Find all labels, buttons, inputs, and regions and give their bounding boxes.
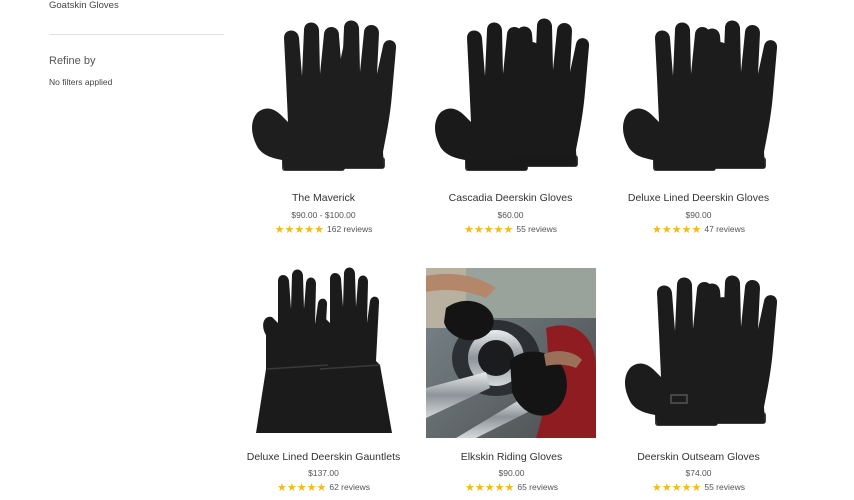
category-link-goatskin-gloves[interactable]: Goatskin Gloves xyxy=(49,0,119,11)
rating-row[interactable]: ★ ★ ★ ★ ★ 47 reviews xyxy=(611,223,786,235)
product-price: $90.00 xyxy=(498,468,525,478)
product-price: $90.00 xyxy=(685,210,712,220)
star-icon: ★ xyxy=(671,480,682,494)
star-icon: ★ xyxy=(671,222,682,236)
star-rating: ★ ★ ★ ★ ★ xyxy=(277,482,326,493)
rating-row[interactable]: ★ ★ ★ ★ ★ 62 reviews xyxy=(236,481,411,493)
star-icon: ★ xyxy=(464,480,475,494)
review-count[interactable]: 162 reviews xyxy=(327,224,372,234)
sidebar-divider xyxy=(49,34,224,35)
star-rating: ★ ★ ★ ★ ★ xyxy=(275,224,324,235)
star-icon: ★ xyxy=(504,480,515,494)
product-name[interactable]: Deluxe Lined Deerskin Gloves xyxy=(601,192,796,204)
star-icon: ★ xyxy=(473,222,484,236)
glove-pair-graphic xyxy=(435,18,590,171)
star-icon: ★ xyxy=(474,480,485,494)
star-icon: ★ xyxy=(483,222,494,236)
black-deerskin-gloves-image[interactable] xyxy=(423,12,598,186)
star-icon: ★ xyxy=(314,222,324,236)
product-name[interactable]: Elkskin Riding Gloves xyxy=(414,451,609,463)
product-name[interactable]: Cascadia Deerskin Gloves xyxy=(413,192,608,204)
star-icon: ★ xyxy=(286,480,297,494)
review-count[interactable]: 62 reviews xyxy=(329,482,370,492)
star-icon: ★ xyxy=(681,222,692,236)
star-icon: ★ xyxy=(503,222,514,236)
review-count[interactable]: 55 reviews xyxy=(704,482,745,492)
star-icon: ★ xyxy=(304,222,315,236)
star-icon: ★ xyxy=(691,480,702,494)
rating-row[interactable]: ★ ★ ★ ★ ★ 65 reviews xyxy=(424,481,599,493)
rating-row[interactable]: ★ ★ ★ ★ ★ 162 reviews xyxy=(236,223,411,235)
product-price: $137.00 xyxy=(308,468,339,478)
star-icon: ★ xyxy=(661,480,672,494)
star-rating: ★ ★ ★ ★ ★ xyxy=(652,482,701,493)
glove-pair-graphic xyxy=(623,20,778,171)
review-count[interactable]: 55 reviews xyxy=(516,224,557,234)
star-icon: ★ xyxy=(494,480,505,494)
star-icon: ★ xyxy=(681,480,692,494)
star-icon: ★ xyxy=(691,222,702,236)
star-icon: ★ xyxy=(651,222,662,236)
star-icon: ★ xyxy=(484,480,495,494)
motorcycle-photo-graphic xyxy=(426,268,596,438)
glove-pair-graphic xyxy=(256,267,392,433)
star-rating: ★ ★ ★ ★ ★ xyxy=(465,482,514,493)
riding-gloves-on-motorcycle-photo[interactable] xyxy=(426,268,596,438)
black-leather-gloves-image[interactable] xyxy=(236,12,411,186)
product-price: $74.00 xyxy=(685,468,712,478)
star-icon: ★ xyxy=(294,222,305,236)
star-icon: ★ xyxy=(661,222,672,236)
product-price: $60.00 xyxy=(497,210,524,220)
product-name[interactable]: Deerskin Outseam Gloves xyxy=(601,451,796,463)
star-icon: ★ xyxy=(493,222,504,236)
product-price: $90.00 - $100.00 xyxy=(291,210,356,220)
star-icon: ★ xyxy=(651,480,662,494)
review-count[interactable]: 47 reviews xyxy=(704,224,745,234)
star-icon: ★ xyxy=(306,480,317,494)
star-icon: ★ xyxy=(463,222,474,236)
black-gauntlet-gloves-image[interactable] xyxy=(236,265,411,439)
review-count[interactable]: 65 reviews xyxy=(517,482,558,492)
rating-row[interactable]: ★ ★ ★ ★ ★ 55 reviews xyxy=(423,223,598,235)
star-icon: ★ xyxy=(296,480,307,494)
rating-row[interactable]: ★ ★ ★ ★ ★ 55 reviews xyxy=(611,481,786,493)
product-name[interactable]: Deluxe Lined Deerskin Gauntlets xyxy=(226,451,421,463)
refine-by-heading: Refine by xyxy=(49,55,96,67)
product-name[interactable]: The Maverick xyxy=(226,192,421,204)
black-outseam-gloves-image[interactable] xyxy=(611,265,786,439)
filter-status-text: No filters applied xyxy=(49,77,113,87)
star-icon: ★ xyxy=(284,222,295,236)
glove-pair-graphic xyxy=(252,20,397,171)
star-icon: ★ xyxy=(316,480,327,494)
star-rating: ★ ★ ★ ★ ★ xyxy=(464,224,513,235)
glove-pair-graphic xyxy=(625,275,778,426)
star-rating: ★ ★ ★ ★ ★ xyxy=(652,224,701,235)
black-lined-gloves-image[interactable] xyxy=(611,12,786,186)
star-icon: ★ xyxy=(274,222,285,236)
star-icon: ★ xyxy=(276,480,287,494)
